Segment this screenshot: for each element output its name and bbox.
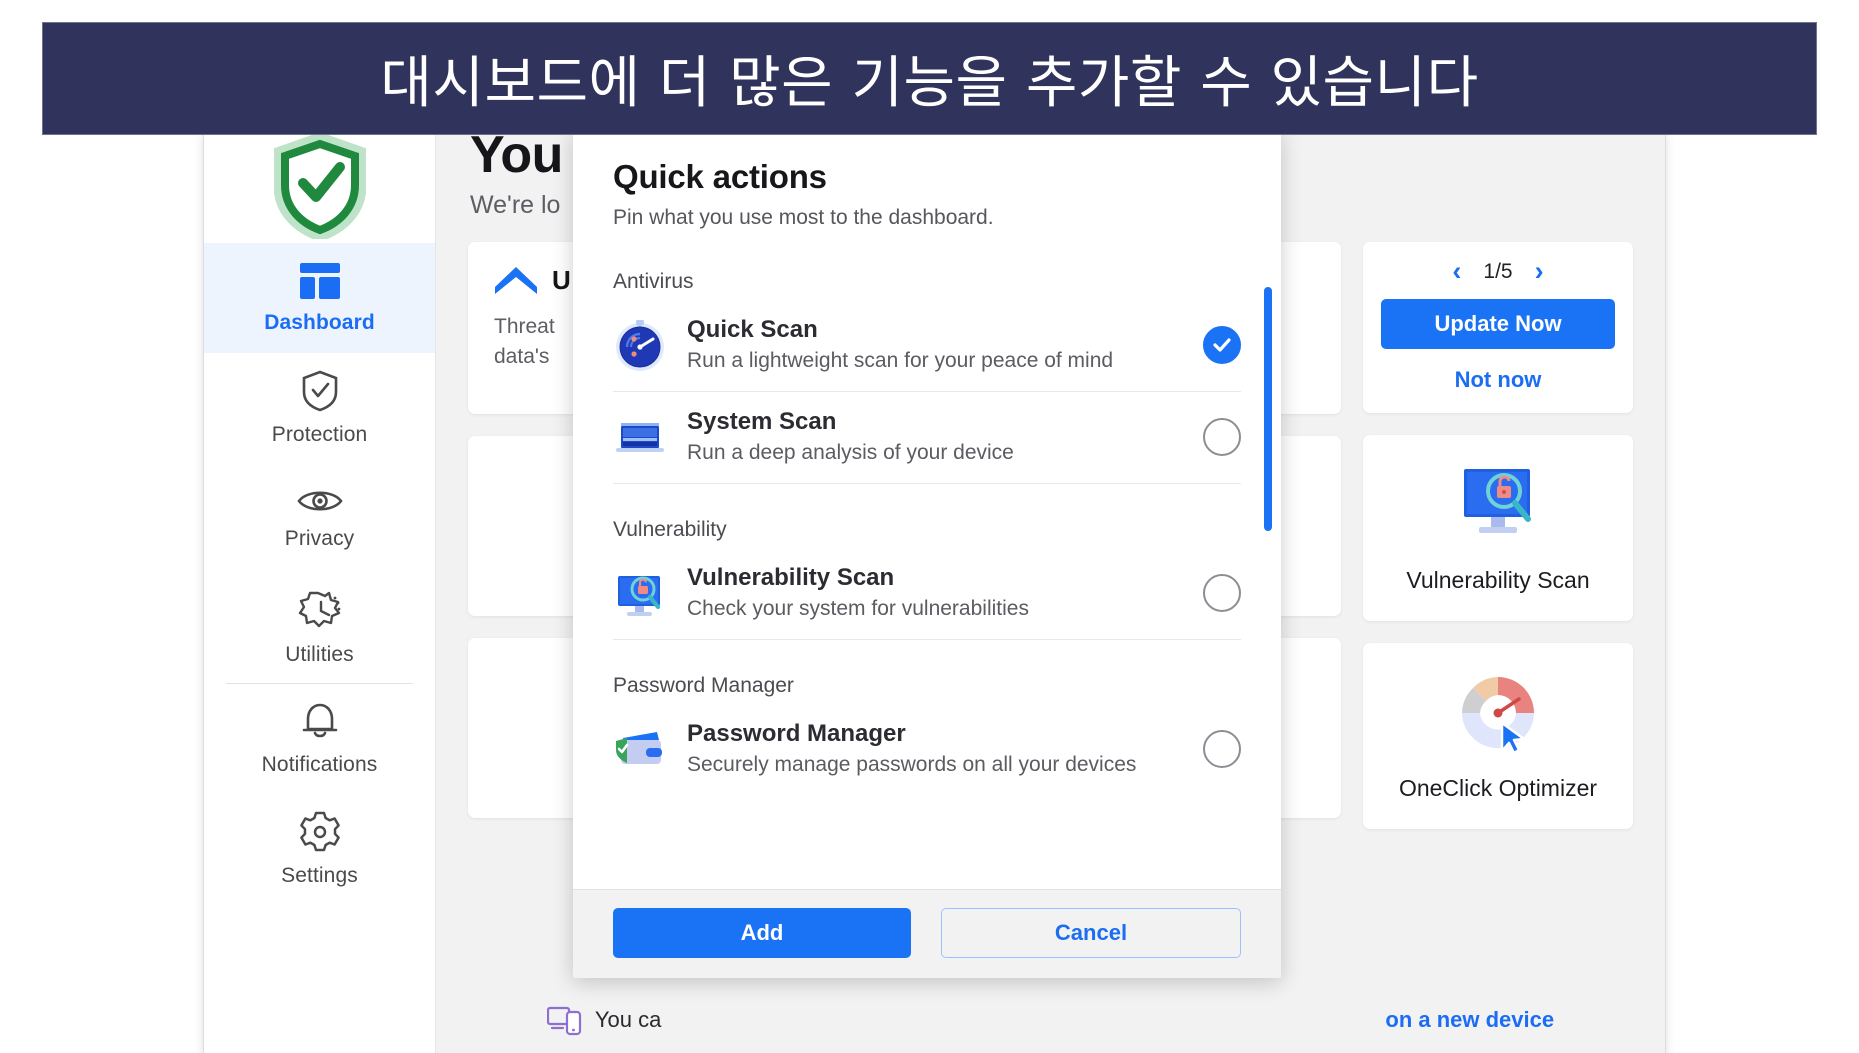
sidebar-item-protection[interactable]: Protection — [204, 353, 435, 463]
option-description: Run a lightweight scan for your peace of… — [687, 349, 1114, 372]
sidebar: Dashboard Protection Privacy Utilities N… — [204, 131, 436, 1053]
update-now-button[interactable]: Update Now — [1381, 299, 1615, 349]
sidebar-item-label: Utilities — [285, 643, 354, 666]
option-name: System Scan — [687, 408, 837, 435]
eye-icon — [296, 485, 344, 517]
option-row-password-manager[interactable]: Password Manager Securely manage passwor… — [613, 704, 1241, 795]
option-checkbox-unchecked[interactable] — [1203, 729, 1241, 768]
caption-banner: 대시보드에 더 많은 기능을 추가할 수 있습니다 — [42, 22, 1817, 135]
sidebar-item-notifications[interactable]: Notifications — [204, 684, 435, 794]
monitor-lock-icon — [613, 566, 667, 620]
modal-options-scroll-area[interactable]: Antivirus Quick Scan Run a lightweight s… — [573, 236, 1281, 889]
option-name: Vulnerability Scan — [687, 564, 895, 591]
sidebar-item-label: Protection — [271, 423, 368, 446]
sidebar-item-label: Dashboard — [264, 311, 375, 334]
tile-label: Vulnerability Scan — [1406, 566, 1590, 593]
not-now-link[interactable]: Not now — [1455, 367, 1542, 393]
option-row-quick-scan[interactable]: Quick Scan Run a lightweight scan for yo… — [613, 300, 1241, 392]
modal-footer: Add Cancel — [573, 889, 1281, 978]
option-text: Quick Scan Run a lightweight scan for yo… — [687, 316, 1183, 373]
option-row-vulnerability-scan[interactable]: Vulnerability Scan Check your system for… — [613, 548, 1241, 640]
pager-next-icon[interactable]: › — [1535, 258, 1544, 285]
option-text: System Scan Run a deep analysis of your … — [687, 408, 1183, 465]
add-button[interactable]: Add — [613, 908, 911, 958]
gear-cog-icon — [298, 589, 342, 633]
quick-actions-modal: Quick actions Pin what you use most to t… — [573, 130, 1281, 978]
stopwatch-scan-icon — [613, 318, 667, 372]
check-icon — [1213, 337, 1231, 352]
modal-title: Quick actions — [613, 158, 827, 195]
group-label-antivirus: Antivirus — [613, 270, 694, 293]
group-label-vulnerability: Vulnerability — [613, 518, 727, 541]
sidebar-item-label: Privacy — [284, 527, 355, 550]
shield-check-logo-icon — [273, 135, 366, 239]
tile-oneclick-optimizer[interactable]: OneClick Optimizer — [1363, 643, 1633, 829]
option-checkbox-checked[interactable] — [1203, 325, 1241, 364]
sidebar-item-label: Notifications — [261, 753, 378, 776]
settings-gear-icon — [298, 810, 342, 854]
option-description: Check your system for vulnerabilities — [687, 597, 1029, 620]
dashboard-right-column: ‹ 1/5 › Update Now Not now Vulnerability… — [1363, 242, 1633, 829]
group-label-password-manager: Password Manager — [613, 674, 794, 697]
wallet-shield-icon — [613, 722, 667, 776]
sidebar-item-dashboard[interactable]: Dashboard — [204, 243, 435, 353]
sidebar-item-settings[interactable]: Settings — [204, 794, 435, 904]
screenshot-root: Dashboard Protection Privacy Utilities N… — [0, 0, 1859, 1053]
brand-shield-logo — [204, 131, 435, 243]
monitor-lock-magnifier-icon — [1452, 463, 1544, 547]
sidebar-item-privacy[interactable]: Privacy — [204, 463, 435, 573]
dashboard-icon — [298, 261, 342, 301]
laptop-scan-icon — [613, 410, 667, 464]
sidebar-item-label: Settings — [281, 864, 358, 887]
option-name: Quick Scan — [687, 316, 818, 343]
devices-icon — [546, 1004, 583, 1036]
bell-icon — [300, 701, 340, 743]
modal-scrollbar-thumb[interactable] — [1264, 287, 1272, 531]
cancel-button[interactable]: Cancel — [941, 908, 1241, 958]
option-checkbox-unchecked[interactable] — [1203, 417, 1241, 456]
pager-count: 1/5 — [1483, 259, 1513, 283]
option-checkbox-unchecked[interactable] — [1203, 573, 1241, 612]
upload-chevron-icon — [494, 264, 538, 296]
option-description: Run a deep analysis of your device — [687, 441, 1014, 464]
caption-text: 대시보드에 더 많은 기능을 추가할 수 있습니다 — [380, 51, 1479, 116]
tile-vulnerability-scan[interactable]: Vulnerability Scan — [1363, 435, 1633, 621]
option-name: Password Manager — [687, 720, 906, 747]
bottom-strip-text-start: You ca — [594, 1007, 662, 1032]
modal-header: Quick actions Pin what you use most to t… — [573, 130, 1281, 236]
update-promo-card: ‹ 1/5 › Update Now Not now — [1363, 242, 1633, 413]
gauge-cursor-icon — [1455, 671, 1541, 755]
card-title: U — [552, 264, 571, 295]
tile-label: OneClick Optimizer — [1398, 774, 1598, 801]
option-text: Vulnerability Scan Check your system for… — [687, 564, 1183, 621]
shield-check-icon — [300, 369, 340, 413]
promo-pager: ‹ 1/5 › — [1452, 258, 1543, 285]
option-text: Password Manager Securely manage passwor… — [687, 720, 1183, 777]
bottom-strip: You ca on a new device — [436, 1004, 1665, 1036]
pager-prev-icon[interactable]: ‹ — [1452, 258, 1461, 285]
option-row-system-scan[interactable]: System Scan Run a deep analysis of your … — [613, 392, 1241, 484]
modal-subtitle: Pin what you use most to the dashboard. — [613, 206, 994, 229]
option-description: Securely manage passwords on all your de… — [687, 753, 1137, 776]
sidebar-item-utilities[interactable]: Utilities — [204, 573, 435, 683]
bottom-strip-link[interactable]: on a new device — [1385, 1007, 1554, 1033]
